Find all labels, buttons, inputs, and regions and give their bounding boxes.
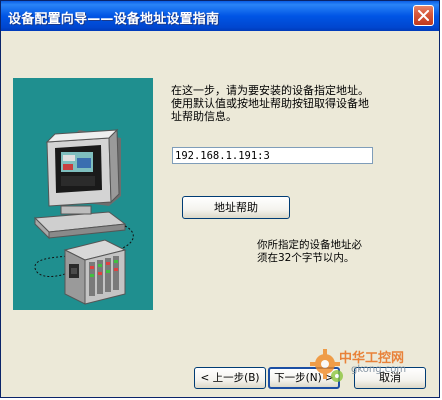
note-line: 你所指定的设备地址必 [257,239,362,251]
title-bar[interactable]: 设备配置向导——设备地址设置指南 [1,1,439,31]
computer-device-illustration [13,78,153,310]
instruction-line: 在这一步，请为要安装的设备指定地址。 [171,84,369,97]
next-button[interactable]: 下一步(N) > [268,367,340,389]
window-title: 设备配置向导——设备地址设置指南 [8,12,220,27]
cancel-button[interactable]: 取消 [354,367,426,389]
step-instructions: 在这一步，请为要安装的设备指定地址。 使用默认值或按地址帮助按钮取得设备地 址帮… [171,84,411,123]
address-length-note: 你所指定的设备地址必 须在32个字节以内。 [257,239,362,265]
instruction-line: 使用默认值或按地址帮助按钮取得设备地 [171,97,369,110]
close-button[interactable] [413,5,434,26]
note-line: 须在32个字节以内。 [257,252,355,264]
back-button[interactable]: < 上一步(B) [194,367,266,389]
instruction-line: 址帮助信息。 [171,110,237,123]
address-help-button[interactable]: 地址帮助 [182,196,290,219]
watermark-title: 中华工控网 [339,351,405,366]
device-address-input[interactable] [172,147,373,164]
close-icon [418,10,429,21]
device-config-wizard-dialog: 设备配置向导——设备地址设置指南 在这一步，请为要安装的设备指定地址。 使用默认… [0,0,440,398]
